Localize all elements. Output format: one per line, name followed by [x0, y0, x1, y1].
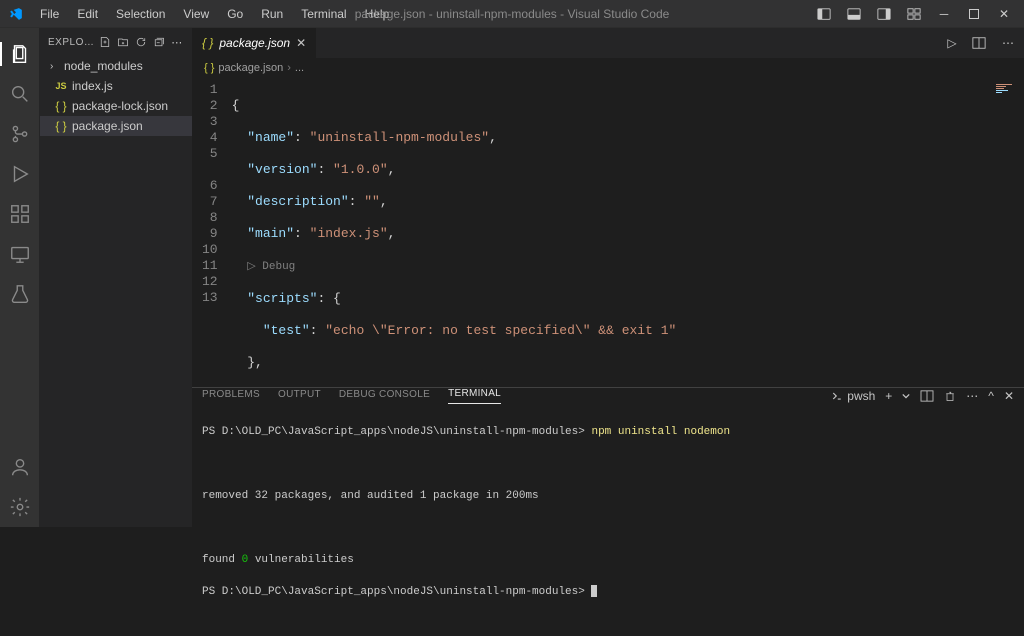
- json-file-icon: { }: [204, 62, 214, 74]
- panel-tabs: PROBLEMS OUTPUT DEBUG CONSOLE TERMINAL p…: [192, 388, 1024, 404]
- customize-layout-icon[interactable]: [902, 3, 926, 25]
- new-file-icon[interactable]: [98, 35, 112, 49]
- json-file-icon: { }: [202, 36, 213, 50]
- breadcrumb-more: ...: [295, 62, 304, 74]
- tree-label: index.js: [72, 79, 113, 93]
- tree-file-package-json[interactable]: { } package.json: [40, 116, 192, 136]
- editor-group: { } package.json ✕ ▷ ⋯ { } package.json …: [192, 28, 1024, 527]
- run-debug-icon[interactable]: [0, 154, 40, 194]
- tree-file-index-js[interactable]: JS index.js: [40, 76, 192, 96]
- menu-view[interactable]: View: [175, 3, 217, 25]
- json-file-icon: { }: [54, 99, 68, 113]
- chevron-right-icon: ›: [50, 61, 60, 72]
- more-icon[interactable]: ⋯: [170, 35, 184, 49]
- explorer-sidebar: EXPLORER: U... ⋯ › node_modules JS index…: [40, 28, 192, 527]
- tab-bar: { } package.json ✕ ▷ ⋯: [192, 28, 1024, 58]
- refresh-icon[interactable]: [134, 35, 148, 49]
- file-tree: › node_modules JS index.js { } package-l…: [40, 56, 192, 527]
- testing-icon[interactable]: [0, 274, 40, 314]
- kill-terminal-icon[interactable]: [944, 390, 956, 402]
- tree-label: node_modules: [64, 59, 143, 73]
- explorer-icon[interactable]: [0, 34, 40, 74]
- terminal-dropdown-icon[interactable]: [902, 392, 910, 400]
- layout-primary-side-icon[interactable]: [812, 3, 836, 25]
- remote-explorer-icon[interactable]: [0, 234, 40, 274]
- source-control-icon[interactable]: [0, 114, 40, 154]
- titlebar: File Edit Selection View Go Run Terminal…: [0, 0, 1024, 28]
- extensions-icon[interactable]: [0, 194, 40, 234]
- code-editor[interactable]: 1 2 3 4 5 6 7 8 9 10 11 12 13 { "name": …: [192, 78, 1024, 387]
- menu-bar: File Edit Selection View Go Run Terminal…: [32, 3, 397, 25]
- panel-tab-debug-console[interactable]: DEBUG CONSOLE: [339, 389, 430, 404]
- bottom-panel: PROBLEMS OUTPUT DEBUG CONSOLE TERMINAL p…: [192, 387, 1024, 527]
- tree-file-package-lock[interactable]: { } package-lock.json: [40, 96, 192, 116]
- close-icon[interactable]: ✕: [992, 3, 1016, 25]
- explorer-header: EXPLORER: U... ⋯: [40, 28, 192, 56]
- panel-tab-output[interactable]: OUTPUT: [278, 389, 321, 404]
- new-terminal-icon[interactable]: +: [885, 389, 892, 403]
- tree-label: package-lock.json: [72, 99, 168, 113]
- code-content[interactable]: { "name": "uninstall-npm-modules", "vers…: [232, 78, 677, 387]
- line-numbers: 1 2 3 4 5 6 7 8 9 10 11 12 13: [192, 78, 232, 387]
- window-controls: ─ ✕: [812, 3, 1016, 25]
- more-actions-icon[interactable]: ⋯: [1000, 36, 1016, 50]
- panel-tab-problems[interactable]: PROBLEMS: [202, 389, 260, 404]
- layout-secondary-side-icon[interactable]: [872, 3, 896, 25]
- maximize-panel-icon[interactable]: ^: [988, 389, 994, 403]
- menu-terminal[interactable]: Terminal: [293, 3, 354, 25]
- layout-panel-icon[interactable]: [842, 3, 866, 25]
- tab-label: package.json: [219, 36, 290, 50]
- menu-selection[interactable]: Selection: [108, 3, 173, 25]
- run-icon[interactable]: ▷: [944, 36, 960, 50]
- explorer-title: EXPLORER: U...: [48, 37, 98, 48]
- debug-codelens[interactable]: ▷ Debug: [247, 261, 295, 273]
- close-tab-icon[interactable]: ✕: [296, 36, 306, 50]
- json-file-icon: { }: [54, 119, 68, 133]
- tree-label: package.json: [72, 119, 143, 133]
- menu-run[interactable]: Run: [253, 3, 291, 25]
- split-editor-icon[interactable]: [972, 36, 988, 50]
- terminal-shell-select[interactable]: pwsh: [831, 389, 875, 403]
- tree-folder-node-modules[interactable]: › node_modules: [40, 56, 192, 76]
- panel-more-icon[interactable]: ⋯: [966, 389, 978, 403]
- breadcrumb[interactable]: { } package.json › ...: [192, 58, 1024, 78]
- chevron-right-icon: ›: [287, 62, 291, 74]
- breadcrumb-file: package.json: [218, 62, 283, 74]
- panel-tab-terminal[interactable]: TERMINAL: [448, 388, 501, 404]
- terminal-cursor: [591, 585, 597, 597]
- minimize-icon[interactable]: ─: [932, 3, 956, 25]
- tab-package-json[interactable]: { } package.json ✕: [192, 28, 317, 58]
- minimap[interactable]: [996, 84, 1016, 96]
- settings-gear-icon[interactable]: [0, 487, 40, 527]
- menu-edit[interactable]: Edit: [69, 3, 106, 25]
- search-icon[interactable]: [0, 74, 40, 114]
- accounts-icon[interactable]: [0, 447, 40, 487]
- activity-bar: [0, 28, 40, 527]
- new-folder-icon[interactable]: [116, 35, 130, 49]
- js-file-icon: JS: [54, 81, 68, 91]
- maximize-icon[interactable]: [962, 3, 986, 25]
- close-panel-icon[interactable]: ✕: [1004, 389, 1014, 403]
- collapse-all-icon[interactable]: [152, 35, 166, 49]
- window-title: package.json - uninstall-npm-modules - V…: [355, 7, 670, 21]
- menu-go[interactable]: Go: [219, 3, 251, 25]
- split-terminal-icon[interactable]: [920, 390, 934, 402]
- terminal[interactable]: PS D:\OLD_PC\JavaScript_apps\nodeJS\unin…: [192, 404, 1024, 636]
- menu-file[interactable]: File: [32, 3, 67, 25]
- vscode-logo-icon: [8, 6, 24, 22]
